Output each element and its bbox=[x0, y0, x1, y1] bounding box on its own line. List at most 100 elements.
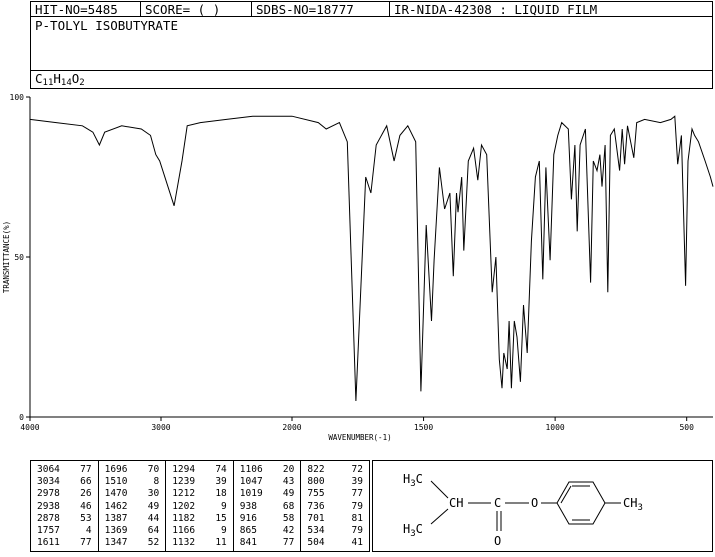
peak-wavenumber: 1369 bbox=[104, 525, 128, 537]
peak-wavenumber: 822 bbox=[307, 464, 325, 475]
peak-transmittance: 72 bbox=[351, 464, 363, 475]
peak-column: 1294 74 1239 39 1212 18 1202 9 1182 15 1166 9 1132 11 bbox=[166, 461, 234, 551]
peak-row: 3064 77 bbox=[31, 464, 98, 476]
peak-transmittance: 70 bbox=[147, 464, 160, 475]
structure-box: H3C H3C CH C O O CH3 bbox=[372, 460, 713, 552]
peak-row: 822 72 bbox=[301, 464, 369, 476]
peak-row: 1757 4 bbox=[31, 525, 98, 537]
peak-row: 1106 20 bbox=[234, 464, 301, 476]
molecule-structure: H3C H3C CH C O O CH3 bbox=[403, 472, 643, 548]
peak-wavenumber: 1202 bbox=[172, 500, 196, 512]
peak-transmittance: 77 bbox=[80, 464, 92, 475]
peak-column: 3064 77 3034 66 2978 26 2938 46 2878 53 1757 4 1611 7… bbox=[31, 461, 99, 551]
peak-transmittance: 8 bbox=[153, 476, 160, 488]
peak-wavenumber: 1182 bbox=[172, 512, 196, 524]
peak-wavenumber: 1106 bbox=[239, 464, 263, 475]
peak-row: 701 81 bbox=[301, 513, 369, 525]
peak-transmittance: 20 bbox=[282, 464, 295, 475]
ir-spectrum-chart: 4000 3000 2000 1500 1000 500 0 50 100 WAVENUMBER… bbox=[2, 93, 714, 442]
sdbs-number: SDBS-NO=18777 bbox=[252, 2, 390, 16]
formula-h-count: 14 bbox=[60, 78, 72, 88]
ester-oxygen-label: O bbox=[531, 496, 538, 510]
y-axis-label: TRANSMITTANCE(%) bbox=[2, 221, 11, 293]
peak-row: 1696 70 bbox=[99, 464, 166, 476]
peak-transmittance: 68 bbox=[282, 500, 295, 512]
peak-wavenumber: 1462 bbox=[104, 500, 128, 512]
peak-wavenumber: 1347 bbox=[104, 537, 128, 549]
peak-transmittance: 42 bbox=[282, 525, 295, 537]
peak-column: 1106 20 1047 43 1019 49 938 68 916 58 865 42 841 77 bbox=[234, 461, 302, 551]
peak-row: 1470 30 bbox=[99, 488, 166, 500]
peak-wavenumber: 534 bbox=[307, 525, 325, 537]
peak-transmittance: 4 bbox=[85, 525, 92, 537]
peak-row: 2938 46 bbox=[31, 501, 98, 513]
x-axis-label: WAVENUMBER(-1) bbox=[328, 433, 391, 442]
peak-row: 1294 74 bbox=[166, 464, 233, 476]
peak-wavenumber: 1696 bbox=[104, 464, 128, 475]
peak-row: 938 68 bbox=[234, 501, 301, 513]
peak-transmittance: 9 bbox=[221, 500, 227, 512]
x-tick-label: 4000 bbox=[20, 423, 39, 432]
peak-transmittance: 64 bbox=[147, 525, 160, 537]
peak-row: 736 79 bbox=[301, 501, 369, 513]
peak-transmittance: 66 bbox=[80, 476, 92, 488]
peak-row: 1212 18 bbox=[166, 488, 233, 500]
peak-wavenumber: 938 bbox=[239, 500, 257, 512]
peak-row: 1369 64 bbox=[99, 525, 166, 537]
spectrum-series-line bbox=[29, 115, 714, 402]
bond-methyl-bottom bbox=[430, 508, 449, 525]
peak-row: 1347 52 bbox=[99, 537, 166, 549]
peak-transmittance: 53 bbox=[80, 512, 92, 524]
peak-transmittance: 30 bbox=[147, 488, 160, 500]
peak-row: 2878 53 bbox=[31, 513, 98, 525]
peak-transmittance: 77 bbox=[351, 488, 363, 500]
formula-c: C bbox=[35, 71, 43, 86]
methine-label: CH bbox=[449, 496, 463, 510]
peak-wavenumber: 755 bbox=[307, 488, 325, 500]
x-tick-label: 2000 bbox=[282, 423, 301, 432]
peak-transmittance: 9 bbox=[221, 525, 227, 537]
header-bar: HIT-NO=5485 SCORE= ( ) SDBS-NO=18777 IR-… bbox=[30, 1, 713, 17]
peak-transmittance: 43 bbox=[282, 476, 295, 488]
peak-row: 1239 39 bbox=[166, 476, 233, 488]
peak-wavenumber: 1387 bbox=[104, 512, 128, 524]
peak-row: 534 79 bbox=[301, 525, 369, 537]
peak-transmittance: 52 bbox=[147, 537, 160, 549]
peak-wavenumber: 2878 bbox=[37, 512, 60, 524]
peak-row: 755 77 bbox=[301, 488, 369, 500]
peak-row: 1611 77 bbox=[31, 537, 98, 549]
peak-row: 1510 8 bbox=[99, 476, 166, 488]
peak-wavenumber: 3034 bbox=[37, 476, 60, 488]
peak-wavenumber: 2938 bbox=[37, 500, 60, 512]
peak-transmittance: 77 bbox=[80, 537, 92, 549]
peak-column: 1696 70 1510 8 1470 30 1462 49 1387 44 1369 64 1347 5… bbox=[99, 461, 167, 551]
peak-row: 1182 15 bbox=[166, 513, 233, 525]
methyl-top-label: H3C bbox=[403, 472, 423, 489]
peak-transmittance: 79 bbox=[351, 525, 363, 537]
molecular-formula: C11H14O2 bbox=[35, 71, 85, 88]
bond-methyl-top bbox=[430, 480, 449, 499]
peak-row: 1019 49 bbox=[234, 488, 301, 500]
peak-row: 2978 26 bbox=[31, 488, 98, 500]
peak-wavenumber: 865 bbox=[239, 525, 257, 537]
peak-row: 1132 11 bbox=[166, 537, 233, 549]
peak-transmittance: 39 bbox=[351, 476, 363, 488]
peak-wavenumber: 1470 bbox=[104, 488, 128, 500]
peak-wavenumber: 1294 bbox=[172, 464, 196, 475]
peak-wavenumber: 701 bbox=[307, 512, 325, 524]
peak-wavenumber: 504 bbox=[307, 537, 325, 549]
peak-transmittance: 15 bbox=[215, 512, 227, 524]
compound-name: P-TOLYL ISOBUTYRATE bbox=[35, 18, 178, 33]
peak-wavenumber: 1510 bbox=[104, 476, 128, 488]
peak-row: 1047 43 bbox=[234, 476, 301, 488]
peak-row: 841 77 bbox=[234, 537, 301, 549]
peak-transmittance: 44 bbox=[147, 512, 160, 524]
peak-wavenumber: 800 bbox=[307, 476, 325, 488]
formula-h: H bbox=[53, 71, 61, 86]
peak-transmittance: 58 bbox=[282, 512, 295, 524]
peak-row: 3034 66 bbox=[31, 476, 98, 488]
peak-wavenumber: 2978 bbox=[37, 488, 60, 500]
peak-row: 800 39 bbox=[301, 476, 369, 488]
peak-wavenumber: 1757 bbox=[37, 525, 60, 537]
formula-o-count: 2 bbox=[79, 78, 85, 88]
